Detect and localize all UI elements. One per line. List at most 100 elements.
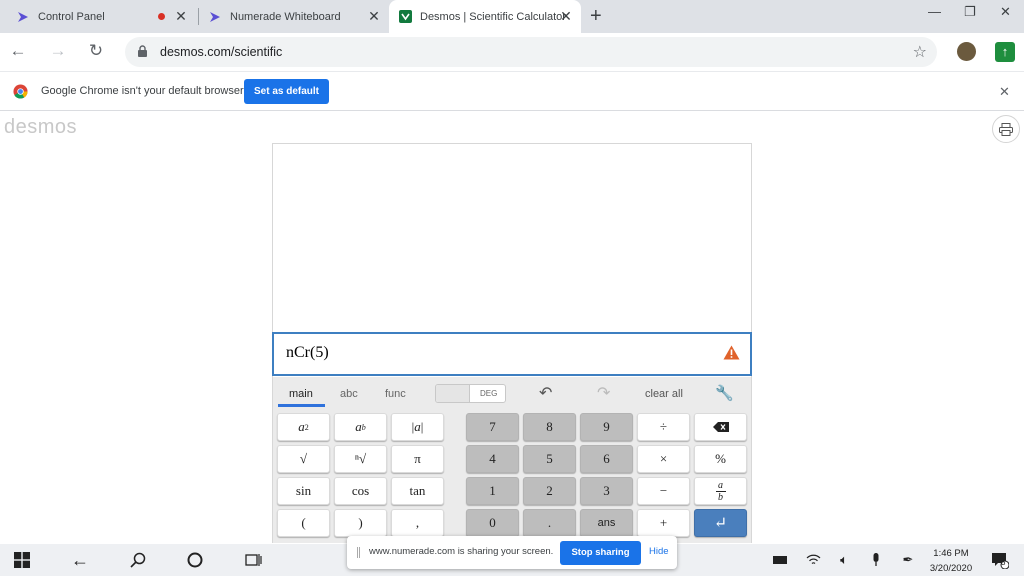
screen-sharing-bar: www.numerade.com is sharing your screen.… [347, 536, 677, 569]
settings-wrench-icon[interactable]: 🔧 [715, 384, 734, 402]
close-tab-icon[interactable]: ✕ [367, 9, 381, 23]
keypad-tab-main[interactable]: main [289, 388, 313, 400]
keypad-tab-func[interactable]: func [385, 388, 406, 400]
tab-title: Desmos | Scientific Calculator [420, 10, 566, 23]
close-window-icon[interactable]: ✕ [1000, 4, 1011, 20]
key-sqrt[interactable]: √ [277, 445, 330, 473]
pen-icon[interactable]: ✒︎ [898, 550, 918, 570]
search-icon[interactable] [128, 550, 148, 570]
close-infobar-icon[interactable]: ✕ [999, 84, 1010, 100]
windows-start-icon[interactable] [12, 550, 32, 570]
extension-icon[interactable]: ↑ [995, 42, 1015, 62]
print-button[interactable] [992, 115, 1020, 143]
address-bar[interactable]: desmos.com/scientific ☆ [125, 37, 937, 67]
warning-icon[interactable] [723, 345, 740, 360]
key-close-paren[interactable]: ) [334, 509, 387, 537]
key-9[interactable]: 9 [580, 413, 633, 441]
system-clock[interactable]: 1:46 PM 3/20/2020 [925, 546, 977, 576]
drag-handle[interactable] [357, 547, 360, 558]
expression-input[interactable]: nCr(5) [272, 332, 752, 376]
tab-desmos[interactable]: Desmos | Scientific Calculator ✕ [389, 0, 581, 33]
back-arrow-icon[interactable]: ← [70, 550, 90, 570]
tab-control-panel[interactable]: Control Panel ✕ [0, 0, 196, 33]
key-fraction[interactable]: ab [694, 477, 747, 505]
recording-icon [158, 13, 165, 20]
bookmark-star-icon[interactable]: ☆ [913, 42, 927, 62]
sharing-message: www.numerade.com is sharing your screen. [369, 546, 554, 557]
cortana-icon[interactable] [185, 550, 205, 570]
backspace-icon [712, 422, 729, 432]
wifi-icon[interactable] [803, 550, 823, 570]
angle-mode-label: DEG [480, 389, 498, 398]
key-decimal[interactable]: . [523, 509, 576, 537]
key-pi[interactable]: π [391, 445, 444, 473]
keypad-tab-abc[interactable]: abc [340, 388, 358, 400]
minimize-icon[interactable]: — [928, 4, 941, 19]
stop-sharing-button[interactable]: Stop sharing [560, 541, 641, 565]
key-divide[interactable]: ÷ [637, 413, 690, 441]
key-4[interactable]: 4 [466, 445, 519, 473]
close-tab-icon[interactable]: ✕ [559, 9, 573, 23]
new-tab-button[interactable]: + [590, 6, 602, 26]
angle-mode-toggle[interactable]: DEG [435, 384, 506, 403]
tab-title: Control Panel [38, 10, 105, 23]
active-tab-indicator [278, 404, 325, 407]
desmos-icon [398, 10, 412, 24]
key-2[interactable]: 2 [523, 477, 576, 505]
key-nth-root[interactable]: ⁿ√ [334, 445, 387, 473]
lock-icon [138, 45, 147, 57]
tab-title: Numerade Whiteboard [230, 10, 341, 23]
key-enter[interactable]: ↵ [694, 509, 747, 537]
key-3[interactable]: 3 [580, 477, 633, 505]
key-1[interactable]: 1 [466, 477, 519, 505]
key-square[interactable]: a2 [277, 413, 330, 441]
infobar-message: Google Chrome isn't your default browser [41, 85, 244, 97]
key-cos[interactable]: cos [334, 477, 387, 505]
restore-icon[interactable]: ❐ [964, 4, 976, 20]
chrome-icon [13, 84, 28, 99]
key-sin[interactable]: sin [277, 477, 330, 505]
clock-date: 3/20/2020 [929, 563, 973, 574]
device-icon[interactable] [770, 550, 790, 570]
key-tan[interactable]: tan [391, 477, 444, 505]
reload-icon[interactable]: ↻ [86, 41, 106, 61]
microphone-icon[interactable] [866, 550, 886, 570]
key-multiply[interactable]: × [637, 445, 690, 473]
volume-icon[interactable]: 🔈︎ [834, 550, 854, 570]
print-icon [999, 122, 1013, 136]
toggle-knob [436, 385, 470, 402]
key-7[interactable]: 7 [466, 413, 519, 441]
key-open-paren[interactable]: ( [277, 509, 330, 537]
forward-icon[interactable]: → [48, 41, 68, 61]
notification-count: 3 [1001, 558, 1006, 567]
tab-numerade-whiteboard[interactable]: Numerade Whiteboard ✕ [199, 0, 389, 33]
key-5[interactable]: 5 [523, 445, 576, 473]
desmos-logo: desmos [4, 116, 78, 138]
profile-avatar[interactable] [957, 42, 976, 61]
key-backspace[interactable] [694, 413, 747, 441]
key-6[interactable]: 6 [580, 445, 633, 473]
default-browser-infobar: Google Chrome isn't your default browser… [0, 71, 1024, 111]
clear-all-button[interactable]: clear all [645, 388, 683, 400]
key-power[interactable]: ab [334, 413, 387, 441]
close-tab-icon[interactable]: ✕ [174, 9, 188, 23]
back-icon[interactable]: ← [8, 41, 28, 61]
key-0[interactable]: 0 [466, 509, 519, 537]
key-comma[interactable]: , [391, 509, 444, 537]
key-percent[interactable]: % [694, 445, 747, 473]
clock-time: 1:46 PM [933, 548, 969, 559]
redo-icon[interactable]: ↷ [597, 383, 610, 403]
notifications-icon[interactable]: 3 [990, 550, 1010, 570]
set-as-default-button[interactable]: Set as default [244, 79, 329, 104]
key-ans[interactable]: ans [580, 509, 633, 537]
url-text: desmos.com/scientific [160, 45, 283, 59]
numerade-icon [208, 10, 222, 24]
key-abs[interactable]: | a | [391, 413, 444, 441]
key-8[interactable]: 8 [523, 413, 576, 441]
browser-toolbar: ← → ↻ desmos.com/scientific ☆ ↑ [0, 33, 1024, 71]
key-subtract[interactable]: − [637, 477, 690, 505]
hide-button[interactable]: Hide [649, 546, 669, 557]
task-view-icon[interactable] [243, 550, 263, 570]
key-add[interactable]: + [637, 509, 690, 537]
undo-icon[interactable]: ↶ [539, 383, 552, 403]
